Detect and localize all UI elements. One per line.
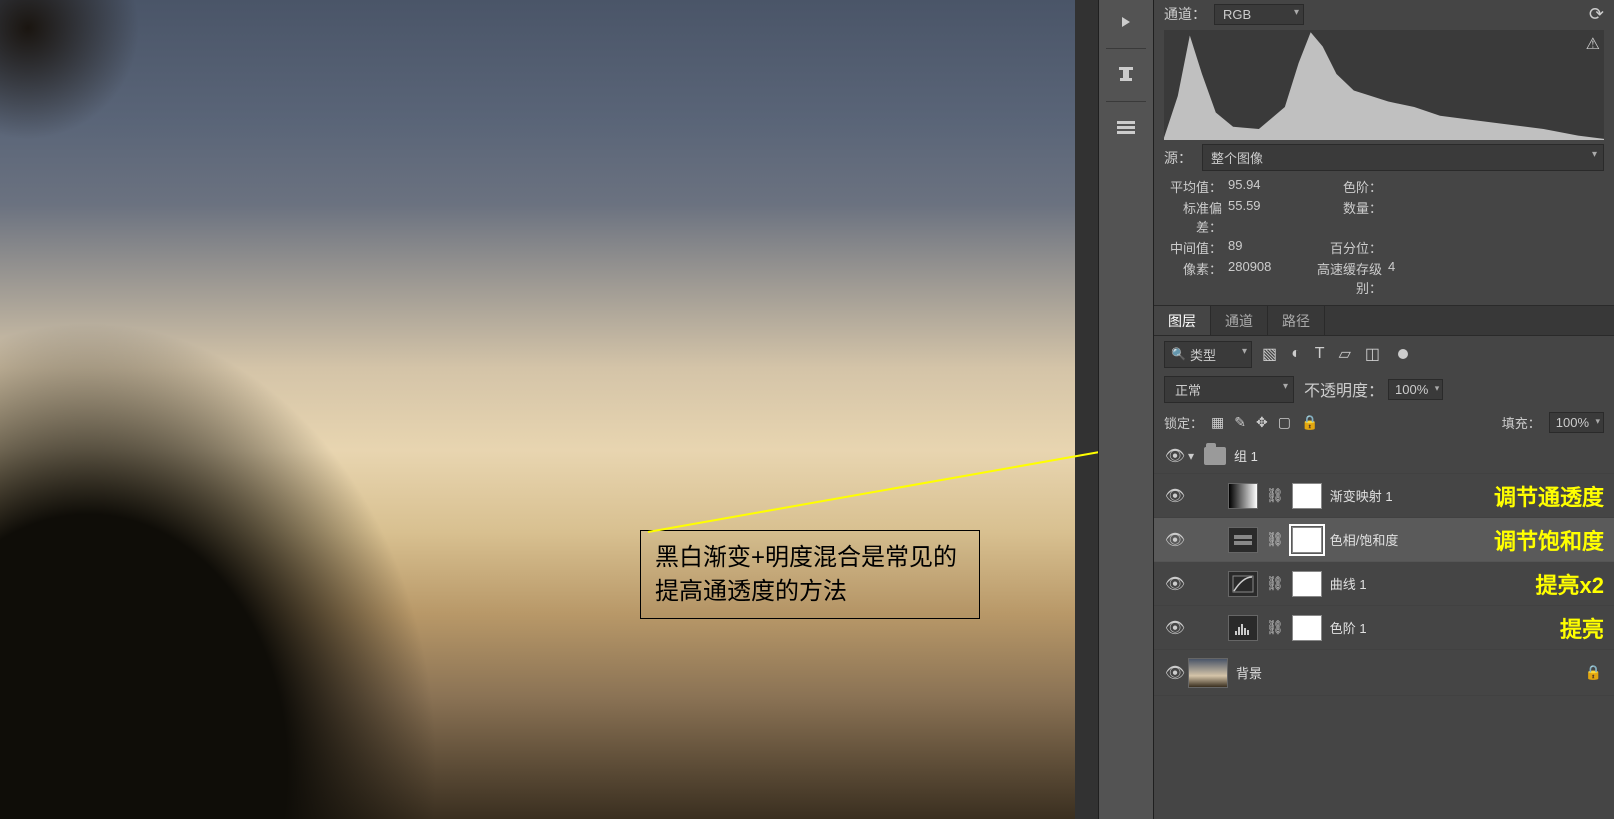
stddev-label: 标准偏差： xyxy=(1164,198,1228,236)
mean-label: 平均值： xyxy=(1164,177,1228,196)
layer-mask-thumb[interactable] xyxy=(1292,483,1322,509)
layer-lock-row: 锁定： ▦ ✎ ✥ ▢ 🔒 填充： 100% xyxy=(1154,406,1614,438)
mean-value: 95.94 xyxy=(1228,177,1298,196)
filter-pixel-icon[interactable]: ▧ xyxy=(1262,344,1277,364)
layer-mask-thumb[interactable] xyxy=(1292,527,1322,553)
gradient-map-thumb-icon[interactable] xyxy=(1228,483,1258,509)
level-value xyxy=(1388,177,1428,196)
lock-transparent-icon[interactable]: ▦ xyxy=(1211,414,1224,431)
lock-artboard-icon[interactable]: ▢ xyxy=(1278,414,1291,431)
histogram-stats: 平均值： 95.94 色阶： 标准偏差： 55.59 数量： 中间值： 89 百… xyxy=(1164,177,1604,297)
cache-label: 高速缓存级别： xyxy=(1298,259,1388,297)
histogram-chart[interactable] xyxy=(1164,30,1604,140)
count-label: 数量： xyxy=(1298,198,1388,236)
median-value: 89 xyxy=(1228,238,1298,257)
fill-label: 填充： xyxy=(1502,413,1541,432)
annotation-label: 调节通透度 xyxy=(1494,480,1604,512)
link-icon[interactable]: ⛓ xyxy=(1266,575,1284,592)
layer-group-row[interactable]: 👁 ▾ 组 1 xyxy=(1154,438,1614,474)
levels-thumb-icon[interactable] xyxy=(1228,615,1258,641)
folder-icon xyxy=(1204,447,1226,465)
percentile-value xyxy=(1388,238,1428,257)
blend-mode-dropdown[interactable]: 正常 xyxy=(1164,376,1294,403)
curves-thumb-icon[interactable] xyxy=(1228,571,1258,597)
layer-row-hue-saturation[interactable]: 👁 ⛓ 色相/饱和度 调节饱和度 xyxy=(1154,518,1614,562)
right-panels: 通道： RGB ⟳ ⚠ 源： 整个图像 平均值： 95.94 色阶： 标准偏差：… xyxy=(1154,0,1614,819)
pixels-value: 280908 xyxy=(1228,259,1298,297)
group-name[interactable]: 组 1 xyxy=(1234,446,1258,465)
histogram-panel: 通道： RGB ⟳ ⚠ 源： 整个图像 平均值： 95.94 色阶： 标准偏差：… xyxy=(1154,0,1614,306)
link-icon[interactable]: ⛓ xyxy=(1266,619,1284,636)
source-label: 源： xyxy=(1164,148,1192,168)
source-dropdown[interactable]: 整个图像 xyxy=(1202,144,1604,171)
chevron-down-icon[interactable]: ▾ xyxy=(1188,449,1194,463)
divider xyxy=(1106,48,1146,49)
visibility-toggle-icon[interactable]: 👁 xyxy=(1162,446,1188,466)
clone-stamp-icon[interactable] xyxy=(1108,57,1144,93)
refresh-icon[interactable]: ⟳ xyxy=(1589,4,1604,25)
canvas-area[interactable]: 黑白渐变+明度混合是常见的提高通透度的方法 xyxy=(0,0,1075,819)
visibility-toggle-icon[interactable]: 👁 xyxy=(1162,486,1188,506)
layer-row-gradient-map[interactable]: 👁 ⛓ 渐变映射 1 调节通透度 xyxy=(1154,474,1614,518)
visibility-toggle-icon[interactable]: 👁 xyxy=(1162,530,1188,550)
lock-all-icon[interactable]: 🔒 xyxy=(1301,414,1318,431)
layer-blend-row: 正常 不透明度： 100% xyxy=(1154,372,1614,406)
tab-paths[interactable]: 路径 xyxy=(1268,306,1325,335)
tab-layers[interactable]: 图层 xyxy=(1154,306,1211,335)
channel-label: 通道： xyxy=(1164,4,1206,24)
pixels-label: 像素： xyxy=(1164,259,1228,297)
panel-tabs: 图层 通道 路径 xyxy=(1154,306,1614,336)
background-thumb[interactable] xyxy=(1188,658,1228,688)
layer-name[interactable]: 渐变映射 1 xyxy=(1330,486,1393,505)
divider xyxy=(1106,101,1146,102)
tab-channels[interactable]: 通道 xyxy=(1211,306,1268,335)
layer-row-background[interactable]: 👁 背景 🔒 xyxy=(1154,650,1614,696)
level-label: 色阶： xyxy=(1298,177,1388,196)
visibility-toggle-icon[interactable]: 👁 xyxy=(1162,618,1188,638)
filter-toggle-icon[interactable] xyxy=(1398,349,1408,359)
visibility-toggle-icon[interactable]: 👁 xyxy=(1162,574,1188,594)
warning-icon[interactable]: ⚠ xyxy=(1586,34,1600,54)
lock-icon[interactable]: 🔒 xyxy=(1585,664,1602,681)
layer-mask-thumb[interactable] xyxy=(1292,615,1322,641)
channel-dropdown[interactable]: RGB xyxy=(1214,4,1304,25)
count-value xyxy=(1388,198,1428,236)
cache-value: 4 xyxy=(1388,259,1428,297)
lock-position-icon[interactable]: ✥ xyxy=(1256,414,1268,431)
link-icon[interactable]: ⛓ xyxy=(1266,531,1284,548)
link-icon[interactable]: ⛓ xyxy=(1266,487,1284,504)
lock-label: 锁定： xyxy=(1164,413,1203,432)
filter-smart-icon[interactable]: ◫ xyxy=(1365,344,1380,364)
visibility-toggle-icon[interactable]: 👁 xyxy=(1162,663,1188,683)
vertical-tool-dock xyxy=(1098,0,1154,819)
image-foreground-silhouette xyxy=(0,0,400,819)
stddev-value: 55.59 xyxy=(1228,198,1298,236)
annotation-label: 提亮 xyxy=(1560,612,1604,644)
layer-name[interactable]: 背景 xyxy=(1236,663,1262,682)
percentile-label: 百分位： xyxy=(1298,238,1388,257)
filter-shape-icon[interactable]: ▱ xyxy=(1339,344,1351,364)
opacity-input[interactable]: 100% xyxy=(1388,379,1443,400)
opacity-label: 不透明度： xyxy=(1304,377,1384,401)
fill-input[interactable]: 100% xyxy=(1549,412,1604,433)
layer-name[interactable]: 色阶 1 xyxy=(1330,618,1367,637)
layer-row-levels[interactable]: 👁 ⛓ 色阶 1 提亮 xyxy=(1154,606,1614,650)
annotation-label: 提亮x2 xyxy=(1536,568,1604,600)
layer-row-curves[interactable]: 👁 ⛓ 曲线 1 提亮x2 xyxy=(1154,562,1614,606)
layers-list: 👁 ▾ 组 1 👁 ⛓ 渐变映射 1 调节通透度 👁 xyxy=(1154,438,1614,819)
median-label: 中间值： xyxy=(1164,238,1228,257)
expand-icon[interactable] xyxy=(1108,4,1144,40)
filter-type-dropdown[interactable]: 类型 xyxy=(1164,341,1252,368)
hue-saturation-thumb-icon[interactable] xyxy=(1228,527,1258,553)
annotation-textbox: 黑白渐变+明度混合是常见的提高通透度的方法 xyxy=(640,530,980,619)
layer-name[interactable]: 色相/饱和度 xyxy=(1330,530,1399,549)
layer-mask-thumb[interactable] xyxy=(1292,571,1322,597)
annotation-label: 调节饱和度 xyxy=(1494,524,1604,556)
layer-filter-row: 类型 ▧ ◐ T ▱ ◫ xyxy=(1154,336,1614,372)
panel-icon[interactable] xyxy=(1108,110,1144,146)
filter-type-icon[interactable]: T xyxy=(1315,345,1325,363)
layer-name[interactable]: 曲线 1 xyxy=(1330,574,1367,593)
filter-adjustment-icon[interactable]: ◐ xyxy=(1291,345,1301,363)
lock-pixels-icon[interactable]: ✎ xyxy=(1234,414,1246,431)
